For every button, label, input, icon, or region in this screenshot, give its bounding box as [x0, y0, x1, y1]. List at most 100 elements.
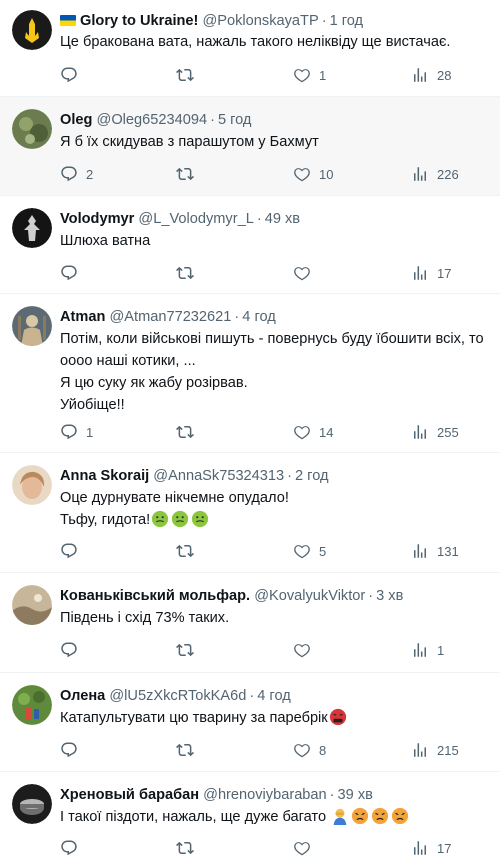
- reply-tweet[interactable]: Atman @Atman77232621 · 4 год Потім, коли в…: [0, 294, 500, 453]
- display-name[interactable]: Volodymyr: [60, 211, 134, 227]
- views-icon: [414, 68, 426, 82]
- reply-tweet[interactable]: Volodymyr @L_Volodymyr_L · 49 хв Шлюха ват…: [0, 196, 500, 294]
- timestamp[interactable]: 2 год: [295, 468, 328, 484]
- nauseated-face-emoji-icon: [192, 510, 209, 528]
- reply-button[interactable]: [60, 541, 86, 561]
- views-button[interactable]: 17: [411, 263, 451, 283]
- retweet-icon: [176, 841, 194, 855]
- like-button[interactable]: 8: [293, 740, 326, 760]
- avatar[interactable]: [12, 465, 52, 505]
- handle[interactable]: @lU5zXkcRTokKA6d: [109, 688, 246, 704]
- timestamp[interactable]: 4 год: [257, 688, 290, 704]
- action-bar: 17: [60, 838, 500, 858]
- views-button[interactable]: 215: [411, 740, 459, 760]
- like-button[interactable]: [293, 263, 319, 283]
- display-name[interactable]: Хреновый барабан: [60, 787, 199, 803]
- timestamp[interactable]: 39 хв: [338, 787, 373, 803]
- reply-tweet[interactable]: Oleg @Oleg65234094 · 5 год Я б їх скидував…: [0, 97, 500, 196]
- retweet-button[interactable]: [176, 838, 202, 858]
- retweet-button[interactable]: [176, 740, 202, 760]
- handle[interactable]: @Oleg65234094: [97, 112, 208, 128]
- handle[interactable]: @AnnaSk75324313: [153, 468, 284, 484]
- timestamp[interactable]: 3 хв: [376, 588, 403, 604]
- views-button[interactable]: 131: [411, 541, 459, 561]
- handle[interactable]: @L_Volodymyr_L: [138, 211, 253, 227]
- retweet-button[interactable]: [176, 422, 202, 442]
- display-name[interactable]: Кованьківський мольфар.: [60, 588, 250, 604]
- avatar[interactable]: [12, 306, 52, 346]
- views-button[interactable]: 255: [411, 422, 459, 442]
- tweet-line: Південь і схід 73% таких.: [60, 610, 230, 626]
- retweet-button[interactable]: [176, 263, 202, 283]
- retweet-icon: [176, 743, 194, 757]
- reply-icon: [61, 840, 77, 856]
- display-name[interactable]: Glory to Ukraine!: [80, 13, 198, 29]
- avatar[interactable]: [12, 585, 52, 625]
- reply-button[interactable]: [60, 640, 86, 660]
- retweet-button[interactable]: [176, 640, 202, 660]
- tweet-line: Я б їх скидував з парашутом у Бахмут: [60, 134, 319, 150]
- handle[interactable]: @hrenoviybaraban: [203, 787, 327, 803]
- display-name[interactable]: Atman: [60, 309, 105, 325]
- like-button[interactable]: 14: [293, 422, 333, 442]
- like-count: 10: [319, 166, 334, 182]
- reply-button[interactable]: [60, 65, 86, 85]
- avatar[interactable]: [12, 208, 52, 248]
- action-bar: 17: [60, 263, 500, 283]
- views-button[interactable]: 28: [411, 65, 451, 85]
- reply-icon: [61, 742, 77, 758]
- like-button[interactable]: 1: [293, 65, 326, 85]
- views-button[interactable]: 1: [411, 640, 444, 660]
- like-button[interactable]: 10: [293, 164, 333, 184]
- display-name[interactable]: Oleg: [60, 112, 92, 128]
- tweet-line: Тьфу, гидота!: [60, 512, 151, 528]
- view-count: 215: [437, 742, 459, 758]
- views-button[interactable]: 226: [411, 164, 459, 184]
- display-name[interactable]: Anna Skoraij: [60, 468, 149, 484]
- view-count: 28: [437, 67, 452, 83]
- avatar[interactable]: [12, 784, 52, 824]
- reply-button[interactable]: 2: [60, 164, 93, 184]
- reply-tweet[interactable]: Кованьківський мольфар. @KovalyukViktor ·…: [0, 573, 500, 673]
- reply-tweet[interactable]: Anna Skoraij @AnnaSk75324313 · 2 год Оце д…: [0, 453, 500, 573]
- handle[interactable]: @KovalyukViktor: [254, 588, 365, 604]
- tweet-text: Шлюха ватна: [60, 230, 500, 252]
- tweet-text: Я б їх скидував з парашутом у Бахмут: [60, 131, 500, 153]
- display-name[interactable]: Олена: [60, 688, 105, 704]
- retweet-icon: [176, 425, 194, 439]
- action-bar: 2 10 226: [60, 164, 500, 184]
- like-icon: [294, 426, 310, 440]
- like-count: 5: [319, 543, 327, 559]
- timestamp[interactable]: 49 хв: [265, 211, 300, 227]
- avatar[interactable]: [12, 10, 52, 50]
- tweet-text: Катапультувати цю тварину за паребрік: [60, 707, 500, 729]
- reply-button[interactable]: 1: [60, 422, 93, 442]
- like-icon: [294, 267, 310, 281]
- reply-button[interactable]: [60, 263, 86, 283]
- cursing-face-emoji-icon: [329, 708, 346, 726]
- action-bar: 1: [60, 640, 500, 660]
- nauseated-face-emoji-icon: [172, 510, 189, 528]
- reply-tweet[interactable]: Хреновый барабан @hrenoviybaraban · 39 хв …: [0, 772, 500, 863]
- handle[interactable]: @Atman77232621: [109, 309, 231, 325]
- like-button[interactable]: [293, 640, 319, 660]
- retweet-icon: [176, 266, 194, 280]
- timestamp[interactable]: 5 год: [218, 112, 251, 128]
- reply-button[interactable]: [60, 740, 86, 760]
- avatar[interactable]: [12, 109, 52, 149]
- avatar[interactable]: [12, 685, 52, 725]
- like-button[interactable]: [293, 838, 319, 858]
- reply-button[interactable]: [60, 838, 86, 858]
- tweet-line: І такої піздоти, нажаль, ще дуже багато: [60, 809, 327, 825]
- tweet-text: Південь і схід 73% таких.: [60, 607, 500, 629]
- timestamp[interactable]: 4 год: [242, 309, 275, 325]
- retweet-button[interactable]: [176, 541, 202, 561]
- retweet-button[interactable]: [176, 65, 202, 85]
- reply-tweet[interactable]: Glory to Ukraine! @PoklonskayaTP · 1 год Ц…: [0, 0, 500, 97]
- like-button[interactable]: 5: [293, 541, 326, 561]
- handle[interactable]: @PoklonskayaTP: [202, 13, 318, 29]
- views-button[interactable]: 17: [411, 838, 451, 858]
- retweet-button[interactable]: [176, 164, 202, 184]
- reply-tweet[interactable]: Олена @lU5zXkcRTokKA6d · 4 год Катапультув…: [0, 673, 500, 772]
- timestamp[interactable]: 1 год: [330, 13, 363, 29]
